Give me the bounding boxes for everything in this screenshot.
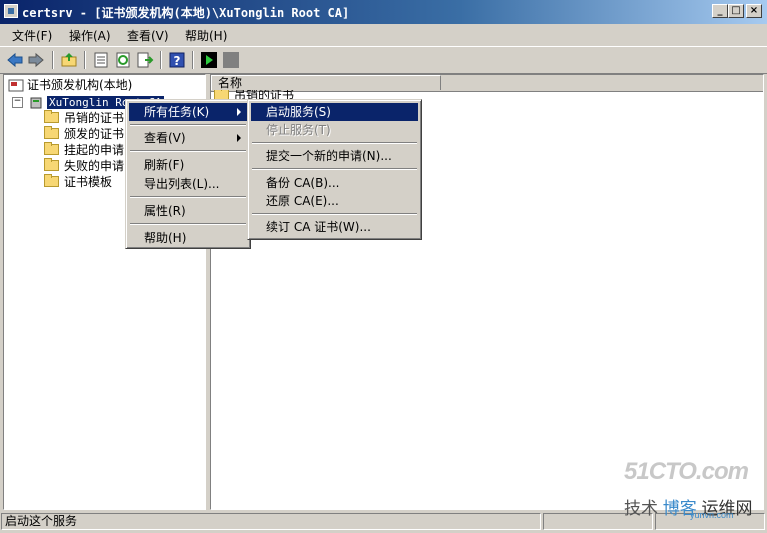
back-arrow-icon[interactable] [6, 51, 24, 69]
menu-separator [130, 196, 246, 198]
server-icon [30, 97, 42, 108]
menu-item-start-service[interactable]: 启动服务(S) [251, 103, 418, 121]
toolbar-separator [52, 51, 54, 69]
toolbar-separator [84, 51, 86, 69]
watermark-logo: 51CTO.com 技术 博客 运维网 yunvn.com [622, 458, 764, 520]
menu-item-backup-ca[interactable]: 备份 CA(B)... [251, 174, 418, 192]
tree-item-templates[interactable]: 证书模板 [44, 174, 112, 190]
menu-item-renew-ca-cert[interactable]: 续订 CA 证书(W)... [251, 218, 418, 236]
menu-help[interactable]: 帮助(H) [185, 27, 227, 44]
tree-item-label: 吊销的证书 [64, 111, 125, 125]
menu-item-properties[interactable]: 属性(R) [129, 202, 247, 220]
tree-root-label: 证书颁发机构(本地) [27, 78, 133, 92]
submenu-arrow-icon [237, 108, 241, 116]
start-service-icon[interactable] [200, 51, 218, 69]
tree-item-label: 失败的申请 [64, 159, 125, 173]
toolbar: ? [0, 46, 767, 74]
menu-view[interactable]: 查看(V) [127, 27, 169, 44]
up-folder-icon[interactable] [60, 51, 78, 69]
menu-item-submit-request[interactable]: 提交一个新的申请(N)... [251, 147, 418, 165]
properties-icon[interactable] [92, 51, 110, 69]
watermark-brand: 51CTO.com [624, 458, 749, 485]
menu-item-restore-ca[interactable]: 还原 CA(E)... [251, 192, 418, 210]
tree-item-label: 证书模板 [64, 175, 113, 189]
collapse-toggle[interactable]: − [12, 97, 23, 108]
tree-item-failed[interactable]: 失败的申请 [44, 158, 124, 174]
menu-file[interactable]: 文件(F) [12, 27, 52, 44]
app-icon[interactable] [4, 4, 18, 18]
help-icon[interactable]: ? [168, 51, 186, 69]
menu-item-label: 所有任务(K) [144, 105, 210, 119]
column-header-name[interactable]: 名称 [211, 75, 441, 90]
tree-item-pending[interactable]: 挂起的申请 [44, 142, 124, 158]
status-text: 启动这个服务 [1, 513, 541, 530]
folder-icon [44, 110, 59, 123]
folder-icon [44, 126, 59, 139]
certificate-authority-icon [8, 79, 24, 91]
tree-item-label: 挂起的申请 [64, 143, 125, 157]
tree-root[interactable]: 证书颁发机构(本地) [8, 77, 132, 93]
menu-item-view[interactable]: 查看(V) [129, 129, 247, 147]
menu-separator [252, 213, 417, 215]
menu-item-refresh[interactable]: 刷新(F) [129, 156, 247, 174]
toolbar-separator [192, 51, 194, 69]
toolbar-separator [160, 51, 162, 69]
svg-text:?: ? [174, 54, 181, 68]
stop-service-icon[interactable] [222, 51, 240, 69]
forward-arrow-icon[interactable] [27, 51, 45, 69]
submenu-arrow-icon [237, 134, 241, 142]
close-button[interactable]: × [746, 4, 762, 18]
folder-icon [44, 158, 59, 171]
context-menu: 所有任务(K) 查看(V) 刷新(F) 导出列表(L)... 属性(R) 帮助(… [125, 99, 251, 249]
tree-item-label: 颁发的证书 [64, 127, 125, 141]
menu-separator [130, 223, 246, 225]
maximize-button[interactable]: □ [728, 4, 744, 18]
window-title: certsrv - [证书颁发机构(本地)\XuTonglin Root CA] [22, 6, 350, 20]
menu-item-export-list[interactable]: 导出列表(L)... [129, 175, 247, 193]
minimize-button[interactable]: _ [712, 4, 728, 18]
folder-icon [44, 174, 59, 187]
menu-bar: 文件(F) 操作(A) 查看(V) 帮助(H) [0, 24, 767, 45]
export-list-icon[interactable] [136, 51, 154, 69]
menu-separator [252, 168, 417, 170]
menu-item-label: 查看(V) [144, 131, 186, 145]
menu-action[interactable]: 操作(A) [69, 27, 111, 44]
all-tasks-submenu: 启动服务(S) 停止服务(T) 提交一个新的申请(N)... 备份 CA(B).… [247, 99, 422, 240]
tree-item-issued[interactable]: 颁发的证书 [44, 126, 124, 142]
menu-item-help[interactable]: 帮助(H) [129, 229, 247, 247]
menu-separator [130, 150, 246, 152]
watermark-url: yunvn.com [690, 510, 734, 520]
watermark-text-a: 技术 [624, 499, 658, 518]
menu-separator [130, 124, 246, 126]
title-bar[interactable]: certsrv - [证书颁发机构(本地)\XuTonglin Root CA]… [0, 0, 767, 24]
menu-item-all-tasks[interactable]: 所有任务(K) [129, 103, 247, 121]
tree-item-revoked[interactable]: 吊销的证书 [44, 110, 124, 126]
menu-item-stop-service: 停止服务(T) [266, 123, 331, 137]
menu-separator [252, 142, 417, 144]
folder-icon [44, 142, 59, 155]
refresh-icon[interactable] [114, 51, 132, 69]
